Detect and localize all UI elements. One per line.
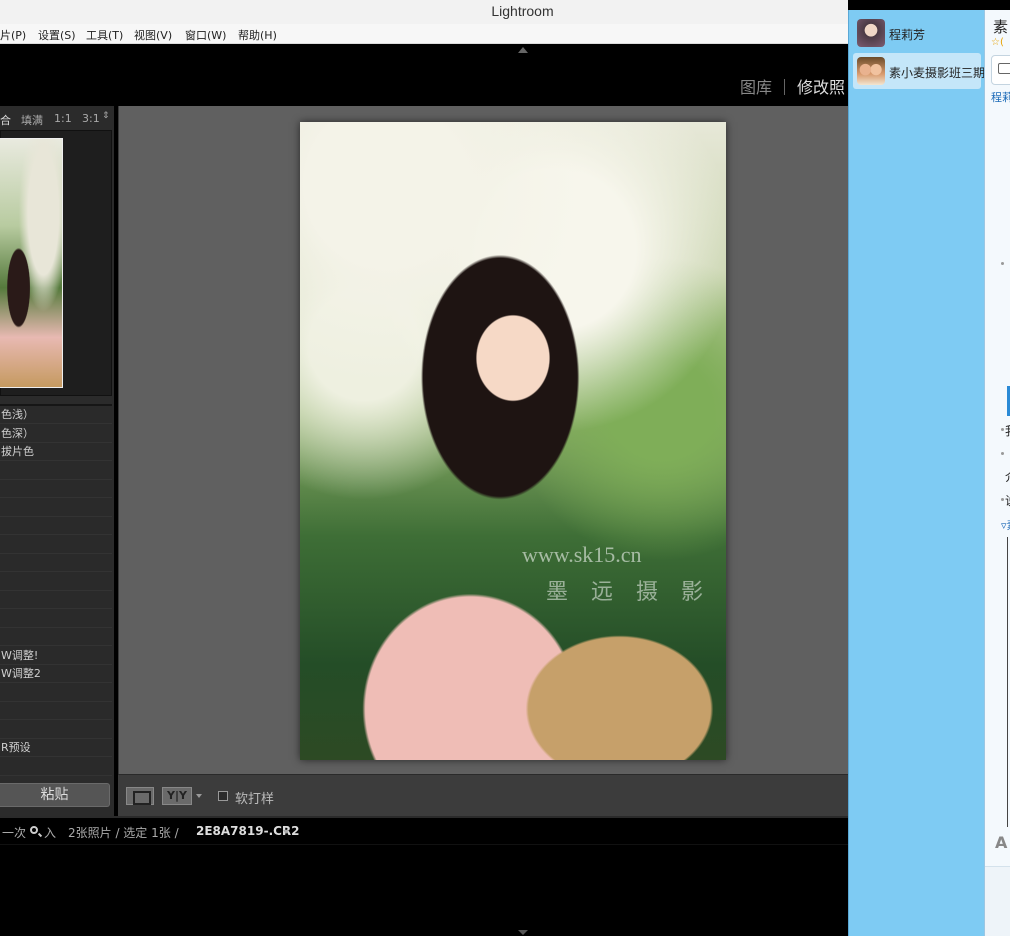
menu-bar: 片(P) 设置(S) 工具(T) 视图(V) 窗口(W) 帮助(H) <box>0 24 848 44</box>
contact-name: 程莉芳 <box>889 28 926 42</box>
menu-settings[interactable]: 设置(S) <box>38 27 76 43</box>
menu-help[interactable]: 帮助(H) <box>238 27 277 43</box>
before-after-button[interactable]: Y|Y <box>162 787 192 805</box>
preset-item[interactable] <box>0 591 112 609</box>
preset-item[interactable]: W调整2 <box>0 665 112 683</box>
message-input[interactable] <box>985 866 1010 936</box>
preset-item[interactable] <box>0 628 112 646</box>
qq-chat-window: 素 ☆( 程莉 我 介 说 ▿素 A <box>984 10 1010 936</box>
filename-dropdown-icon[interactable] <box>283 830 289 834</box>
preset-item[interactable] <box>0 684 112 702</box>
qq-contact-item[interactable]: 程莉芳 <box>853 15 981 51</box>
watermark-text: 墨 远 摄 影 <box>546 580 711 605</box>
member-link[interactable]: 程莉 <box>991 89 1010 105</box>
star-rating: ☆( <box>991 37 1004 48</box>
bullet-dot-icon <box>1001 262 1004 265</box>
preset-item[interactable] <box>0 702 112 720</box>
avatar <box>857 57 885 85</box>
preset-item[interactable]: 拔片色 <box>0 443 112 461</box>
preset-item[interactable]: W调整! <box>0 647 112 665</box>
zoom-ratio[interactable]: 3:1 <box>82 112 100 125</box>
navigator-thumbnail[interactable] <box>0 138 63 388</box>
paste-button[interactable]: 粘贴 <box>0 783 110 807</box>
qq-contact-list: 程莉芳 素小麦摄影班三期 <box>848 10 985 936</box>
menu-photo[interactable]: 片(P) <box>0 27 26 43</box>
chat-title: 素 <box>993 18 1009 36</box>
bullet-dot-icon <box>1001 498 1004 501</box>
magnifier-icon <box>30 826 38 834</box>
image-canvas: www.sk15.cn 墨 远 摄 影 <box>118 106 848 774</box>
soft-proof-label: 软打样 <box>235 792 275 807</box>
photo-count: 2张照片 / 选定 1张 / <box>68 826 179 840</box>
navigator-header: 合 填满 1:1 3:1 ⇕ <box>0 106 114 128</box>
preset-item[interactable]: R预设 <box>0 739 112 757</box>
collapse-bottom-arrow-icon[interactable] <box>518 930 528 935</box>
preset-item[interactable]: 色浅） <box>0 406 112 424</box>
chat-text: 我 <box>1005 422 1010 439</box>
watermark-url: www.sk15.cn <box>522 542 642 567</box>
zoom-ratio-stepper-icon[interactable]: ⇕ <box>102 111 110 121</box>
bullet-dot-icon <box>1001 452 1004 455</box>
menu-tools[interactable]: 工具(T) <box>86 27 123 43</box>
prev-import-prefix[interactable]: 一次 <box>2 824 26 841</box>
main-photo[interactable]: www.sk15.cn 墨 远 摄 影 <box>300 122 726 760</box>
preset-item[interactable] <box>0 758 112 776</box>
preset-item[interactable] <box>0 480 112 498</box>
preset-item[interactable] <box>0 517 112 535</box>
left-panel: 合 填满 1:1 3:1 ⇕ 色浅） 色深） 拔片色 W调整! W调整2 R预设… <box>0 106 114 816</box>
filmstrip-header: 一次 入 2张照片 / 选定 1张 / 2E8A7819-.CR2 <box>0 816 848 844</box>
bullet-dot-icon <box>1001 428 1004 431</box>
navigator-preview[interactable] <box>0 130 112 396</box>
module-develop[interactable]: 修改照 <box>797 78 845 97</box>
menu-view[interactable]: 视图(V) <box>134 27 172 43</box>
presets-list: 色浅） 色深） 拔片色 W调整! W调整2 R预设 <box>0 404 112 776</box>
module-separator <box>784 79 786 95</box>
chat-bubble-icon[interactable] <box>991 55 1010 85</box>
preset-item[interactable] <box>0 721 112 739</box>
preset-item[interactable] <box>0 536 112 554</box>
contact-name: 素小麦摄影班三期 <box>889 66 986 80</box>
filmstrip[interactable] <box>0 844 848 936</box>
preset-item[interactable]: 色深） <box>0 425 112 443</box>
before-after-dropdown-icon[interactable] <box>196 794 202 798</box>
module-library[interactable]: 图库 <box>740 78 772 97</box>
title-bar: Lightroom <box>0 0 848 24</box>
group-section-label[interactable]: ▿素 <box>1001 517 1010 533</box>
module-picker: 图库 修改照 <box>740 74 845 98</box>
zoom-1-1[interactable]: 1:1 <box>54 112 72 125</box>
toolbar: Y|Y 软打样 <box>118 774 848 816</box>
module-picker-panel: 图库 修改照 <box>0 44 848 106</box>
zoom-fill[interactable]: 填满 <box>21 112 43 128</box>
preset-item[interactable] <box>0 610 112 628</box>
chat-text: 介 <box>1005 468 1010 485</box>
avatar <box>857 19 885 47</box>
preset-item[interactable] <box>0 462 112 480</box>
preset-item[interactable] <box>0 499 112 517</box>
preset-item[interactable] <box>0 554 112 572</box>
menu-window[interactable]: 窗口(W) <box>185 27 226 43</box>
qq-contact-item-selected[interactable]: 素小麦摄影班三期 <box>853 53 985 89</box>
preset-item[interactable] <box>0 573 112 591</box>
soft-proof-checkbox[interactable] <box>218 791 228 801</box>
prev-import-suffix[interactable]: 入 <box>44 824 56 841</box>
font-style-button[interactable]: A <box>995 833 1007 852</box>
chat-text: 说 <box>1005 492 1010 509</box>
collapse-top-arrow-icon[interactable] <box>518 47 528 53</box>
loupe-view-icon[interactable] <box>126 787 154 805</box>
zoom-fit[interactable]: 合 <box>0 112 11 128</box>
